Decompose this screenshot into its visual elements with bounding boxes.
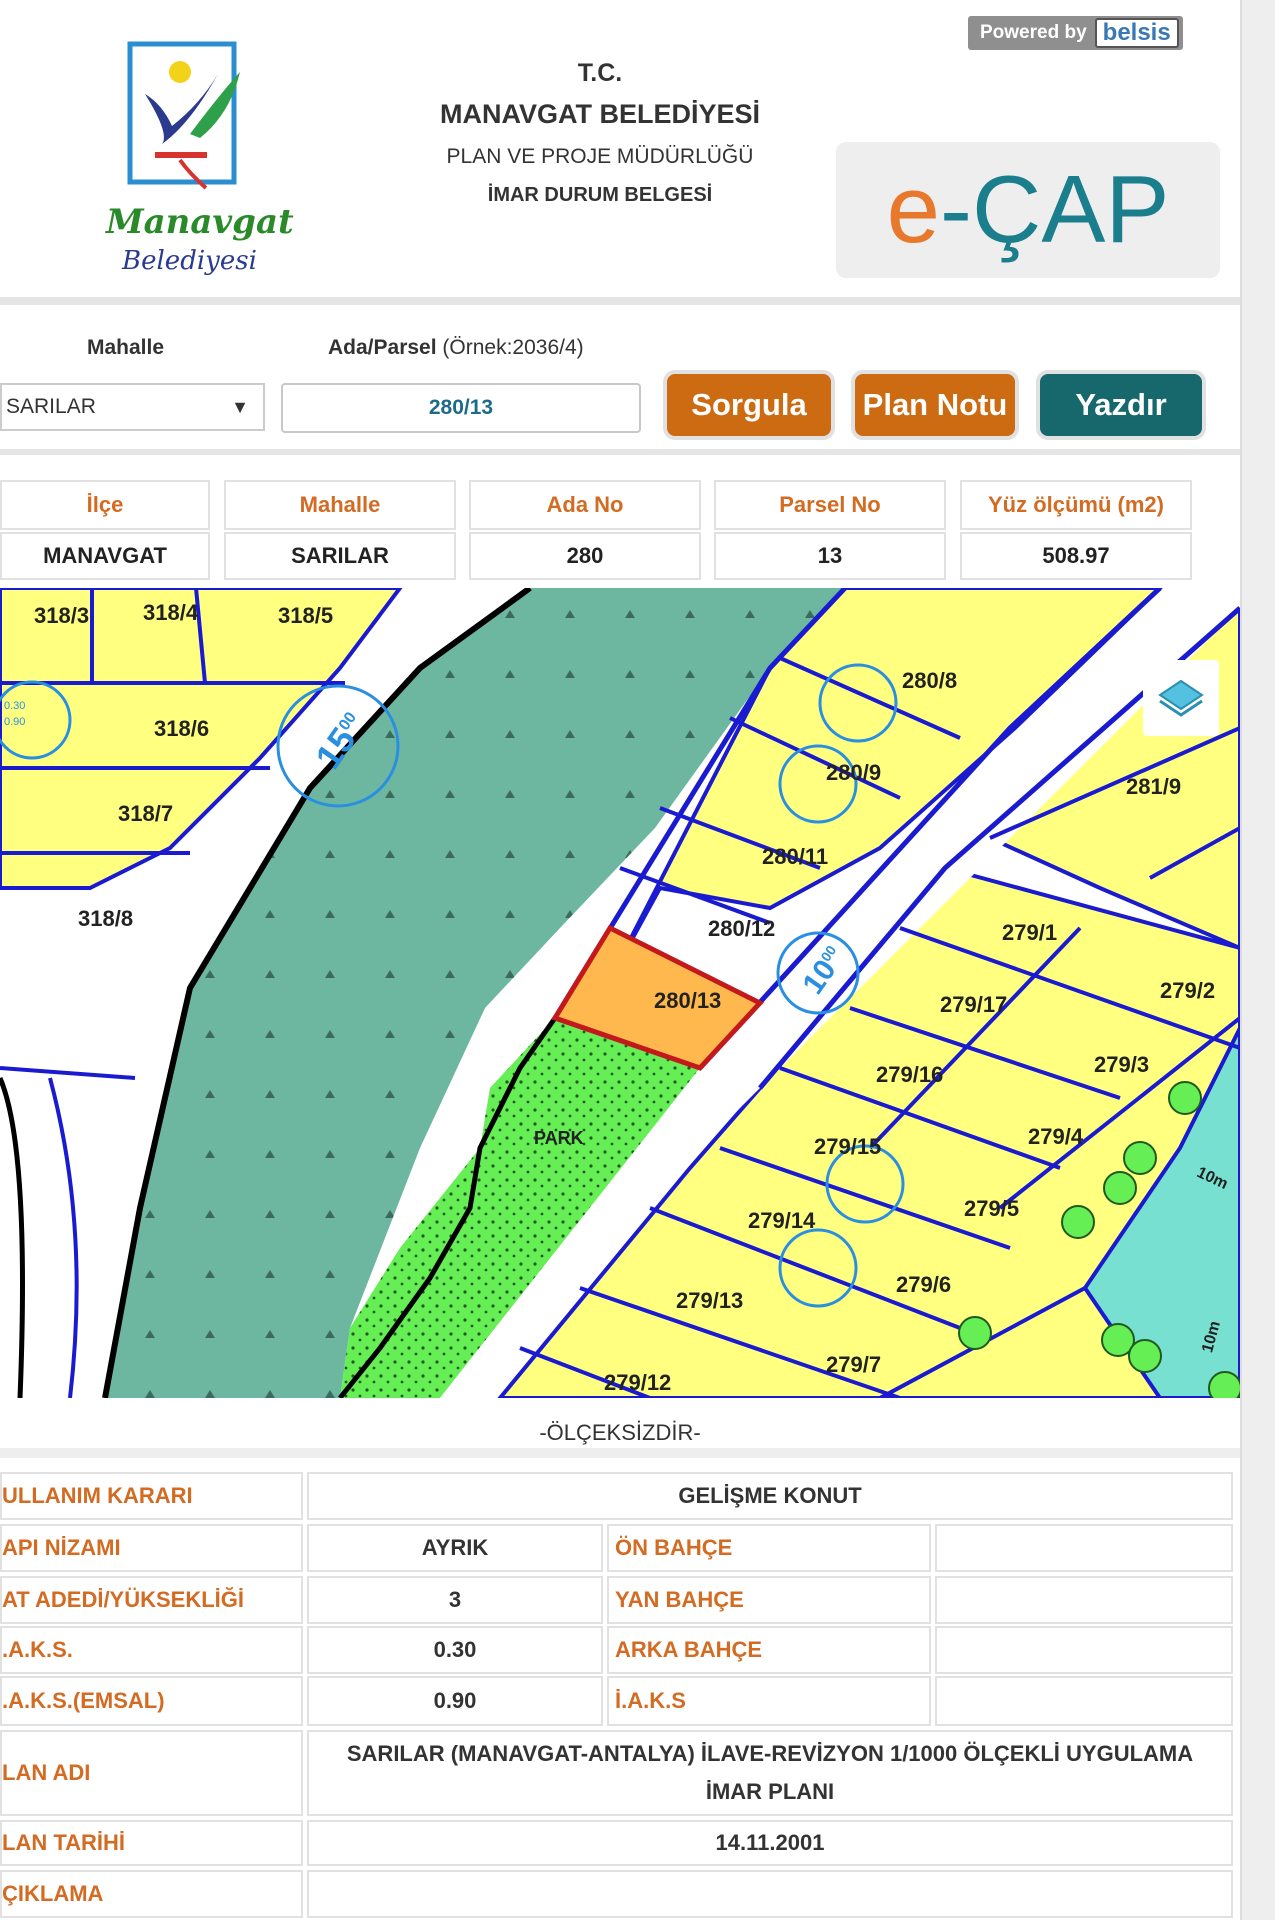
yan-bahce-value [935,1576,1233,1624]
kaks-label: .A.K.S.(EMSAL) [0,1676,303,1726]
zoning-map[interactable]: 318/3 318/4 318/5 318/6 318/7 318/8 280/… [0,588,1240,1398]
page-scrollbar[interactable] [1240,0,1275,1920]
scale-note: -ÖLÇEKSİZDİR- [0,1408,1240,1458]
parcel-info-table: İlçe Mahalle Ada No Parsel No Yüz ölçümü… [0,473,1240,583]
aciklama-value [307,1870,1233,1918]
mahalle-select[interactable]: SARILAR ▼ [0,383,265,431]
map-label-318-3: 318/3 [34,603,90,628]
ada-parsel-hint: (Örnek:2036/4) [442,336,584,359]
yan-bahce-label: YAN BAHÇE [607,1576,931,1624]
header-text: T.C. MANAVGAT BELEDİYESİ PLAN VE PROJE M… [360,52,840,214]
kullanim-value: GELİŞME KONUT [307,1472,1233,1520]
arka-bahce-value [935,1626,1233,1674]
layers-icon [1158,679,1204,717]
header-municipality: MANAVGAT BELEDİYESİ [439,99,761,129]
layers-button[interactable] [1143,660,1219,736]
iaks-value [935,1676,1233,1726]
dropdown-arrow-icon: ▼ [231,397,249,417]
map-label-318-5: 318/5 [278,603,334,628]
map-label-279-2: 279/2 [1160,978,1216,1003]
ratio-label-2: 0.90 [4,716,26,728]
map-label-279-15: 279/15 [814,1134,882,1159]
map-label-318-7: 318/7 [118,801,174,826]
taks-value: 0.30 [307,1626,603,1674]
aciklama-label: ÇIKLAMA [0,1870,303,1918]
yazdir-button[interactable]: Yazdır [1040,374,1202,436]
header-mahalle: Mahalle [224,480,456,530]
taks-label: .A.K.S. [0,1626,303,1674]
logo-subtext: Belediyesi [122,246,257,276]
map-label-279-5: 279/5 [964,1196,1020,1221]
plan-tarihi-label: LAN TARİHİ [0,1820,303,1866]
map-label-279-12: 279/12 [604,1370,672,1395]
map-label-279-14: 279/14 [748,1208,816,1233]
map-label-279-3: 279/3 [1094,1052,1150,1077]
header-ilce: İlçe [0,480,210,530]
plan-adi-label: LAN ADI [0,1730,303,1816]
ratio-label-1: 0.30 [4,700,26,712]
ada-parsel-label: Ada/Parsel (Örnek:2036/4) [328,336,584,360]
yapi-nizami-value: AYRIK [307,1524,603,1572]
park-label: PARK [534,1128,584,1148]
belsis-brand: belsis [1094,18,1179,48]
kat-adedi-label: AT ADEDİ/YÜKSEKLİĞİ [0,1576,303,1624]
on-bahce-value [935,1524,1233,1572]
map-label-280-11: 280/11 [762,844,829,869]
header-line-tc: T.C. [577,59,623,87]
yapi-nizami-label: API NİZAMI [0,1524,303,1572]
map-label-318-6: 318/6 [154,716,210,741]
map-label-279-4: 279/4 [1028,1124,1084,1149]
header-yuz-olcumu: Yüz ölçümü (m2) [960,480,1192,530]
map-label-318-4: 318/4 [143,600,199,625]
kullanim-label: ULLANIM KARARI [0,1472,303,1520]
header-department: PLAN VE PROJE MÜDÜRLÜĞÜ [446,145,754,168]
map-label-279-1: 279/1 [1002,920,1058,945]
ecap-logo: e -ÇAP [836,142,1220,278]
on-bahce-label: ÖN BAHÇE [607,1524,931,1572]
plan-notu-button[interactable]: Plan Notu [855,374,1015,436]
header-ada-no: Ada No [469,480,701,530]
powered-by-label: Powered by [980,22,1087,43]
header-document-title: İMAR DURUM BELGESİ [487,184,713,206]
powered-by-badge[interactable]: Powered by belsis [968,16,1183,50]
header: Manavgat Belediyesi T.C. MANAVGAT BELEDİ… [0,0,1240,305]
map-label-279-17: 279/17 [940,992,1008,1017]
map-label-279-13: 279/13 [676,1288,744,1313]
map-label-279-16: 279/16 [876,1062,944,1087]
map-label-280-13: 280/13 [654,988,722,1013]
ada-parsel-label-text: Ada/Parsel [328,336,437,359]
sorgula-button[interactable]: Sorgula [667,374,831,436]
value-mahalle: SARILAR [224,532,456,580]
map-label-281-9: 281/9 [1126,774,1182,799]
ada-parsel-input[interactable]: 280/13 [281,383,641,433]
plan-adi-value: SARILAR (MANAVGAT-ANTALYA) İLAVE-REVİZYO… [307,1730,1233,1816]
page: Manavgat Belediyesi T.C. MANAVGAT BELEDİ… [0,0,1240,1920]
value-ilce: MANAVGAT [0,532,210,580]
mahalle-label: Mahalle [87,336,165,359]
map-label-279-7: 279/7 [826,1352,882,1377]
map-label-280-8: 280/8 [902,668,958,693]
kaks-value: 0.90 [307,1676,603,1726]
value-parsel-no: 13 [714,532,946,580]
mahalle-select-value: SARILAR [6,395,96,418]
plan-tarihi-value: 14.11.2001 [307,1820,1233,1866]
iaks-label: İ.A.K.S [607,1676,931,1726]
municipality-logo: Manavgat Belediyesi [100,34,294,284]
ecap-cap: -ÇAP [940,156,1170,263]
value-yuz-olcumu: 508.97 [960,532,1192,580]
map-label-280-12: 280/12 [708,916,776,941]
map-label-279-6: 279/6 [896,1272,952,1297]
ecap-e: e [886,156,941,263]
header-parsel-no: Parsel No [714,480,946,530]
map-label-280-9: 280/9 [826,760,882,785]
kat-adedi-value: 3 [307,1576,603,1624]
value-ada-no: 280 [469,532,701,580]
arka-bahce-label: ARKA BAHÇE [607,1626,931,1674]
map-label-318-8: 318/8 [78,906,134,931]
logo-text: Manavgat [106,202,294,242]
